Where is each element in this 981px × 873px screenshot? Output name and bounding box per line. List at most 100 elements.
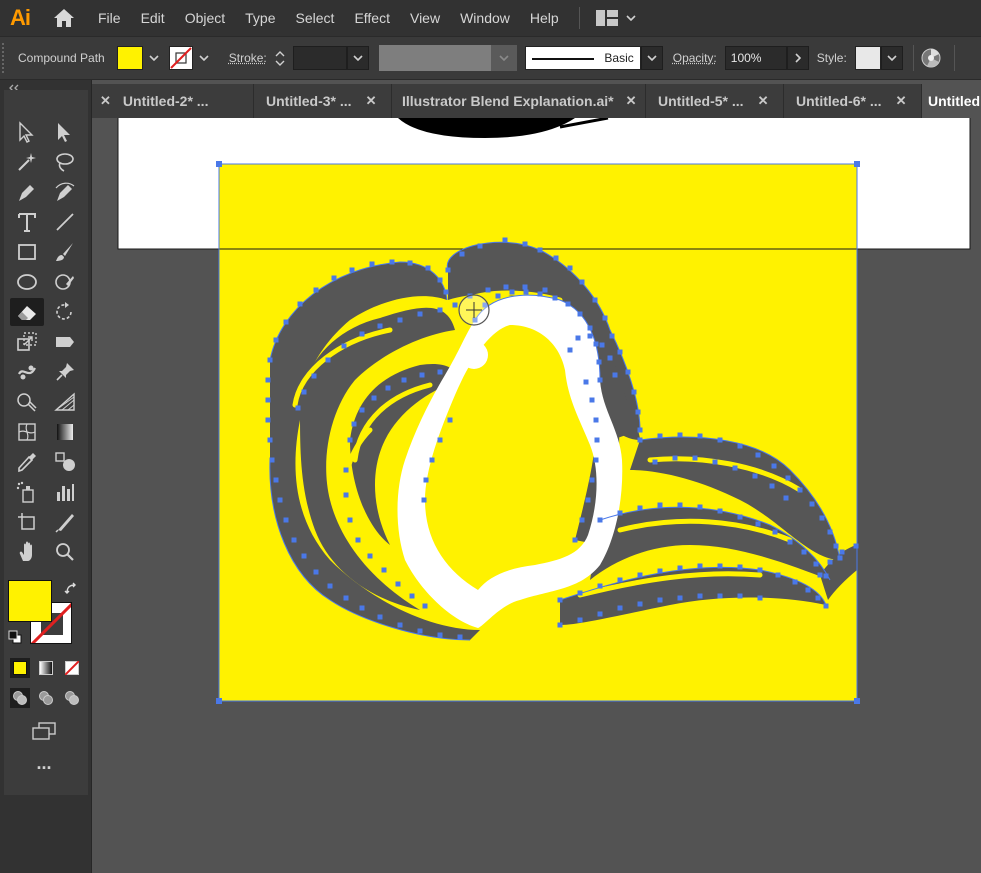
anchor-point[interactable] (823, 603, 829, 609)
anchor-point[interactable] (437, 277, 443, 283)
anchor-point[interactable] (827, 559, 833, 565)
graphic-style-dropdown[interactable] (880, 46, 903, 70)
draw-behind-button[interactable] (36, 688, 56, 708)
none-button[interactable] (62, 658, 82, 678)
tab-untitled-3[interactable]: Untitled-3* ... ✕ (254, 84, 392, 118)
anchor-point[interactable] (417, 311, 423, 317)
anchor-point[interactable] (575, 335, 581, 341)
artwork[interactable] (92, 118, 981, 873)
canvas-area[interactable] (92, 118, 981, 873)
anchor-point[interactable] (311, 373, 317, 379)
pen-tool[interactable] (10, 178, 44, 206)
tab-untitled-6[interactable]: Untitled-6* ... ✕ (784, 84, 922, 118)
perspective-grid-tool[interactable] (48, 388, 82, 416)
anchor-point[interactable] (477, 243, 483, 249)
anchor-point[interactable] (359, 407, 365, 413)
anchor-point[interactable] (367, 553, 373, 559)
anchor-point[interactable] (597, 583, 603, 589)
workspace-switcher[interactable] (590, 10, 642, 26)
close-icon[interactable]: ✕ (758, 93, 769, 109)
anchor-point[interactable] (423, 477, 429, 483)
anchor-point[interactable] (277, 497, 283, 503)
anchor-point[interactable] (819, 515, 825, 521)
anchor-point[interactable] (757, 567, 763, 573)
menu-view[interactable]: View (400, 0, 450, 36)
anchor-point[interactable] (369, 261, 375, 267)
tab-blend-explanation[interactable]: Illustrator Blend Explanation.ai* ✕ (392, 84, 646, 118)
anchor-point[interactable] (522, 284, 528, 290)
menu-effect[interactable]: Effect (344, 0, 400, 36)
anchor-point[interactable] (567, 347, 573, 353)
anchor-point[interactable] (447, 417, 453, 423)
anchor-point[interactable] (585, 497, 591, 503)
fill-indicator[interactable] (8, 580, 52, 622)
default-colors-icon[interactable] (8, 630, 22, 644)
anchor-point[interactable] (617, 349, 623, 355)
anchor-point[interactable] (523, 289, 529, 295)
direct-selection-tool[interactable] (10, 118, 44, 146)
slice-tool[interactable] (48, 508, 82, 536)
anchor-point[interactable] (301, 553, 307, 559)
anchor-point[interactable] (452, 302, 458, 308)
fill-swatch[interactable] (116, 46, 143, 70)
anchor-point[interactable] (495, 293, 501, 299)
graphic-style-swatch[interactable] (854, 46, 881, 70)
rectangle-tool[interactable] (10, 238, 44, 266)
anchor-point[interactable] (577, 617, 583, 623)
anchor-point[interactable] (593, 457, 599, 463)
anchor-point[interactable] (417, 628, 423, 634)
anchor-point[interactable] (787, 539, 793, 545)
anchor-point[interactable] (389, 259, 395, 265)
recolor-artwork-button[interactable] (914, 43, 948, 73)
anchor-point[interactable] (607, 355, 613, 361)
anchor-point[interactable] (381, 567, 387, 573)
anchor-point[interactable] (273, 477, 279, 483)
stroke-weight-stepper[interactable] (271, 46, 289, 70)
anchor-point[interactable] (833, 543, 839, 549)
anchor-point[interactable] (397, 622, 403, 628)
anchor-point[interactable] (593, 417, 599, 423)
brush-definition[interactable]: Basic (524, 46, 641, 70)
anchor-point[interactable] (502, 237, 508, 243)
stroke-label[interactable]: Stroke: (229, 51, 267, 65)
anchor-point[interactable] (801, 549, 807, 555)
artboard-tool[interactable] (10, 508, 44, 536)
anchor-point[interactable] (593, 341, 599, 347)
puppet-warp-tool[interactable] (10, 358, 44, 386)
menu-window[interactable]: Window (450, 0, 520, 36)
anchor-point[interactable] (437, 632, 443, 638)
anchor-point[interactable] (717, 508, 723, 514)
anchor-point[interactable] (445, 267, 451, 273)
anchor-point[interactable] (657, 568, 663, 574)
anchor-point[interactable] (837, 555, 843, 561)
anchor-point[interactable] (617, 577, 623, 583)
anchor-point[interactable] (783, 495, 789, 501)
anchor-point[interactable] (657, 433, 663, 439)
anchor-point[interactable] (612, 372, 618, 378)
anchor-point[interactable] (359, 605, 365, 611)
pin-tool[interactable] (48, 358, 82, 386)
selection-tool[interactable] (48, 118, 82, 146)
anchor-point[interactable] (579, 279, 585, 285)
anchor-point[interactable] (265, 397, 271, 403)
anchor-point[interactable] (325, 357, 331, 363)
opacity-input[interactable]: 100% (724, 46, 787, 70)
anchor-point[interactable] (805, 587, 811, 593)
anchor-point[interactable] (377, 323, 383, 329)
anchor-point[interactable] (265, 377, 271, 383)
anchor-point[interactable] (552, 295, 558, 301)
lasso-tool[interactable] (48, 148, 82, 176)
menu-type[interactable]: Type (235, 0, 285, 36)
edit-toolbar-button[interactable]: ... (30, 754, 58, 776)
anchor-point[interactable] (273, 337, 279, 343)
anchor-point[interactable] (425, 265, 431, 271)
anchor-point[interactable] (717, 563, 723, 569)
anchor-point[interactable] (267, 437, 273, 443)
anchor-point[interactable] (637, 572, 643, 578)
eraser-tool[interactable] (10, 298, 44, 326)
anchor-point[interactable] (609, 333, 615, 339)
opacity-label[interactable]: Opacity: (673, 51, 717, 65)
anchor-point[interactable] (737, 514, 743, 520)
anchor-point[interactable] (485, 287, 491, 293)
gradient-tool[interactable] (48, 418, 82, 446)
